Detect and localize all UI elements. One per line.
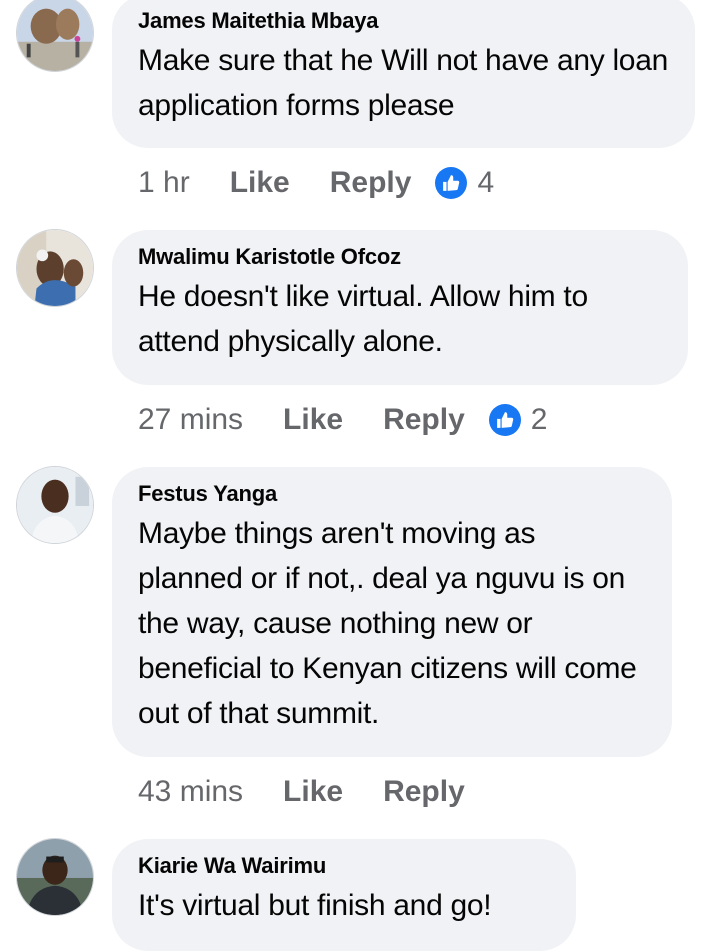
- comment-author[interactable]: James Maitethia Mbaya: [138, 8, 669, 34]
- reply-button[interactable]: Reply: [383, 775, 465, 809]
- comment-text: Maybe things aren't moving as planned or…: [138, 517, 637, 730]
- comment-text: Make sure that he Will not have any loan…: [138, 44, 668, 122]
- comment-time[interactable]: 1 hr: [138, 166, 190, 200]
- avatar[interactable]: [16, 229, 94, 307]
- avatar[interactable]: [16, 838, 94, 916]
- comment-actions: 1 hr Like Reply 4: [138, 163, 494, 203]
- reaction-count: 4: [477, 166, 495, 199]
- comment-author[interactable]: Mwalimu Karistotle Ofcoz: [138, 244, 662, 270]
- comment-text: He doesn't like virtual. Allow him to at…: [138, 280, 588, 358]
- avatar-photo-kiarie: [17, 839, 93, 915]
- like-button[interactable]: Like: [230, 166, 290, 200]
- avatar-photo-mwalimu: [17, 230, 93, 306]
- comment-bubble: Kiarie Wa Wairimu It's virtual but finis…: [112, 839, 576, 951]
- comment-time[interactable]: 27 mins: [138, 403, 243, 437]
- like-button[interactable]: Like: [283, 403, 343, 437]
- avatar-photo-festus: [17, 467, 93, 543]
- avatar[interactable]: [16, 0, 94, 72]
- comment-bubble: James Maitethia Mbaya Make sure that he …: [112, 0, 695, 148]
- comment-bubble: Mwalimu Karistotle Ofcoz He doesn't like…: [112, 230, 688, 385]
- reply-button[interactable]: Reply: [383, 403, 465, 437]
- comment-author[interactable]: Kiarie Wa Wairimu: [138, 853, 550, 879]
- reaction-summary[interactable]: 4: [435, 166, 494, 200]
- like-button[interactable]: Like: [283, 775, 343, 809]
- comment-author[interactable]: Festus Yanga: [138, 481, 646, 507]
- reaction-count: 2: [530, 403, 548, 436]
- comment-actions: 43 mins Like Reply: [138, 772, 489, 812]
- comment-actions: 27 mins Like Reply 2: [138, 400, 547, 440]
- comment-time[interactable]: 43 mins: [138, 775, 243, 809]
- comment-bubble: Festus Yanga Maybe things aren't moving …: [112, 467, 672, 757]
- thumbs-up-icon: [435, 167, 468, 199]
- comment-text: It's virtual but finish and go!: [138, 889, 492, 922]
- reaction-summary[interactable]: 2: [488, 403, 548, 437]
- reply-button[interactable]: Reply: [330, 166, 412, 200]
- avatar-photo-james: [17, 0, 93, 71]
- avatar[interactable]: [16, 466, 94, 544]
- thumbs-up-icon: [488, 404, 521, 436]
